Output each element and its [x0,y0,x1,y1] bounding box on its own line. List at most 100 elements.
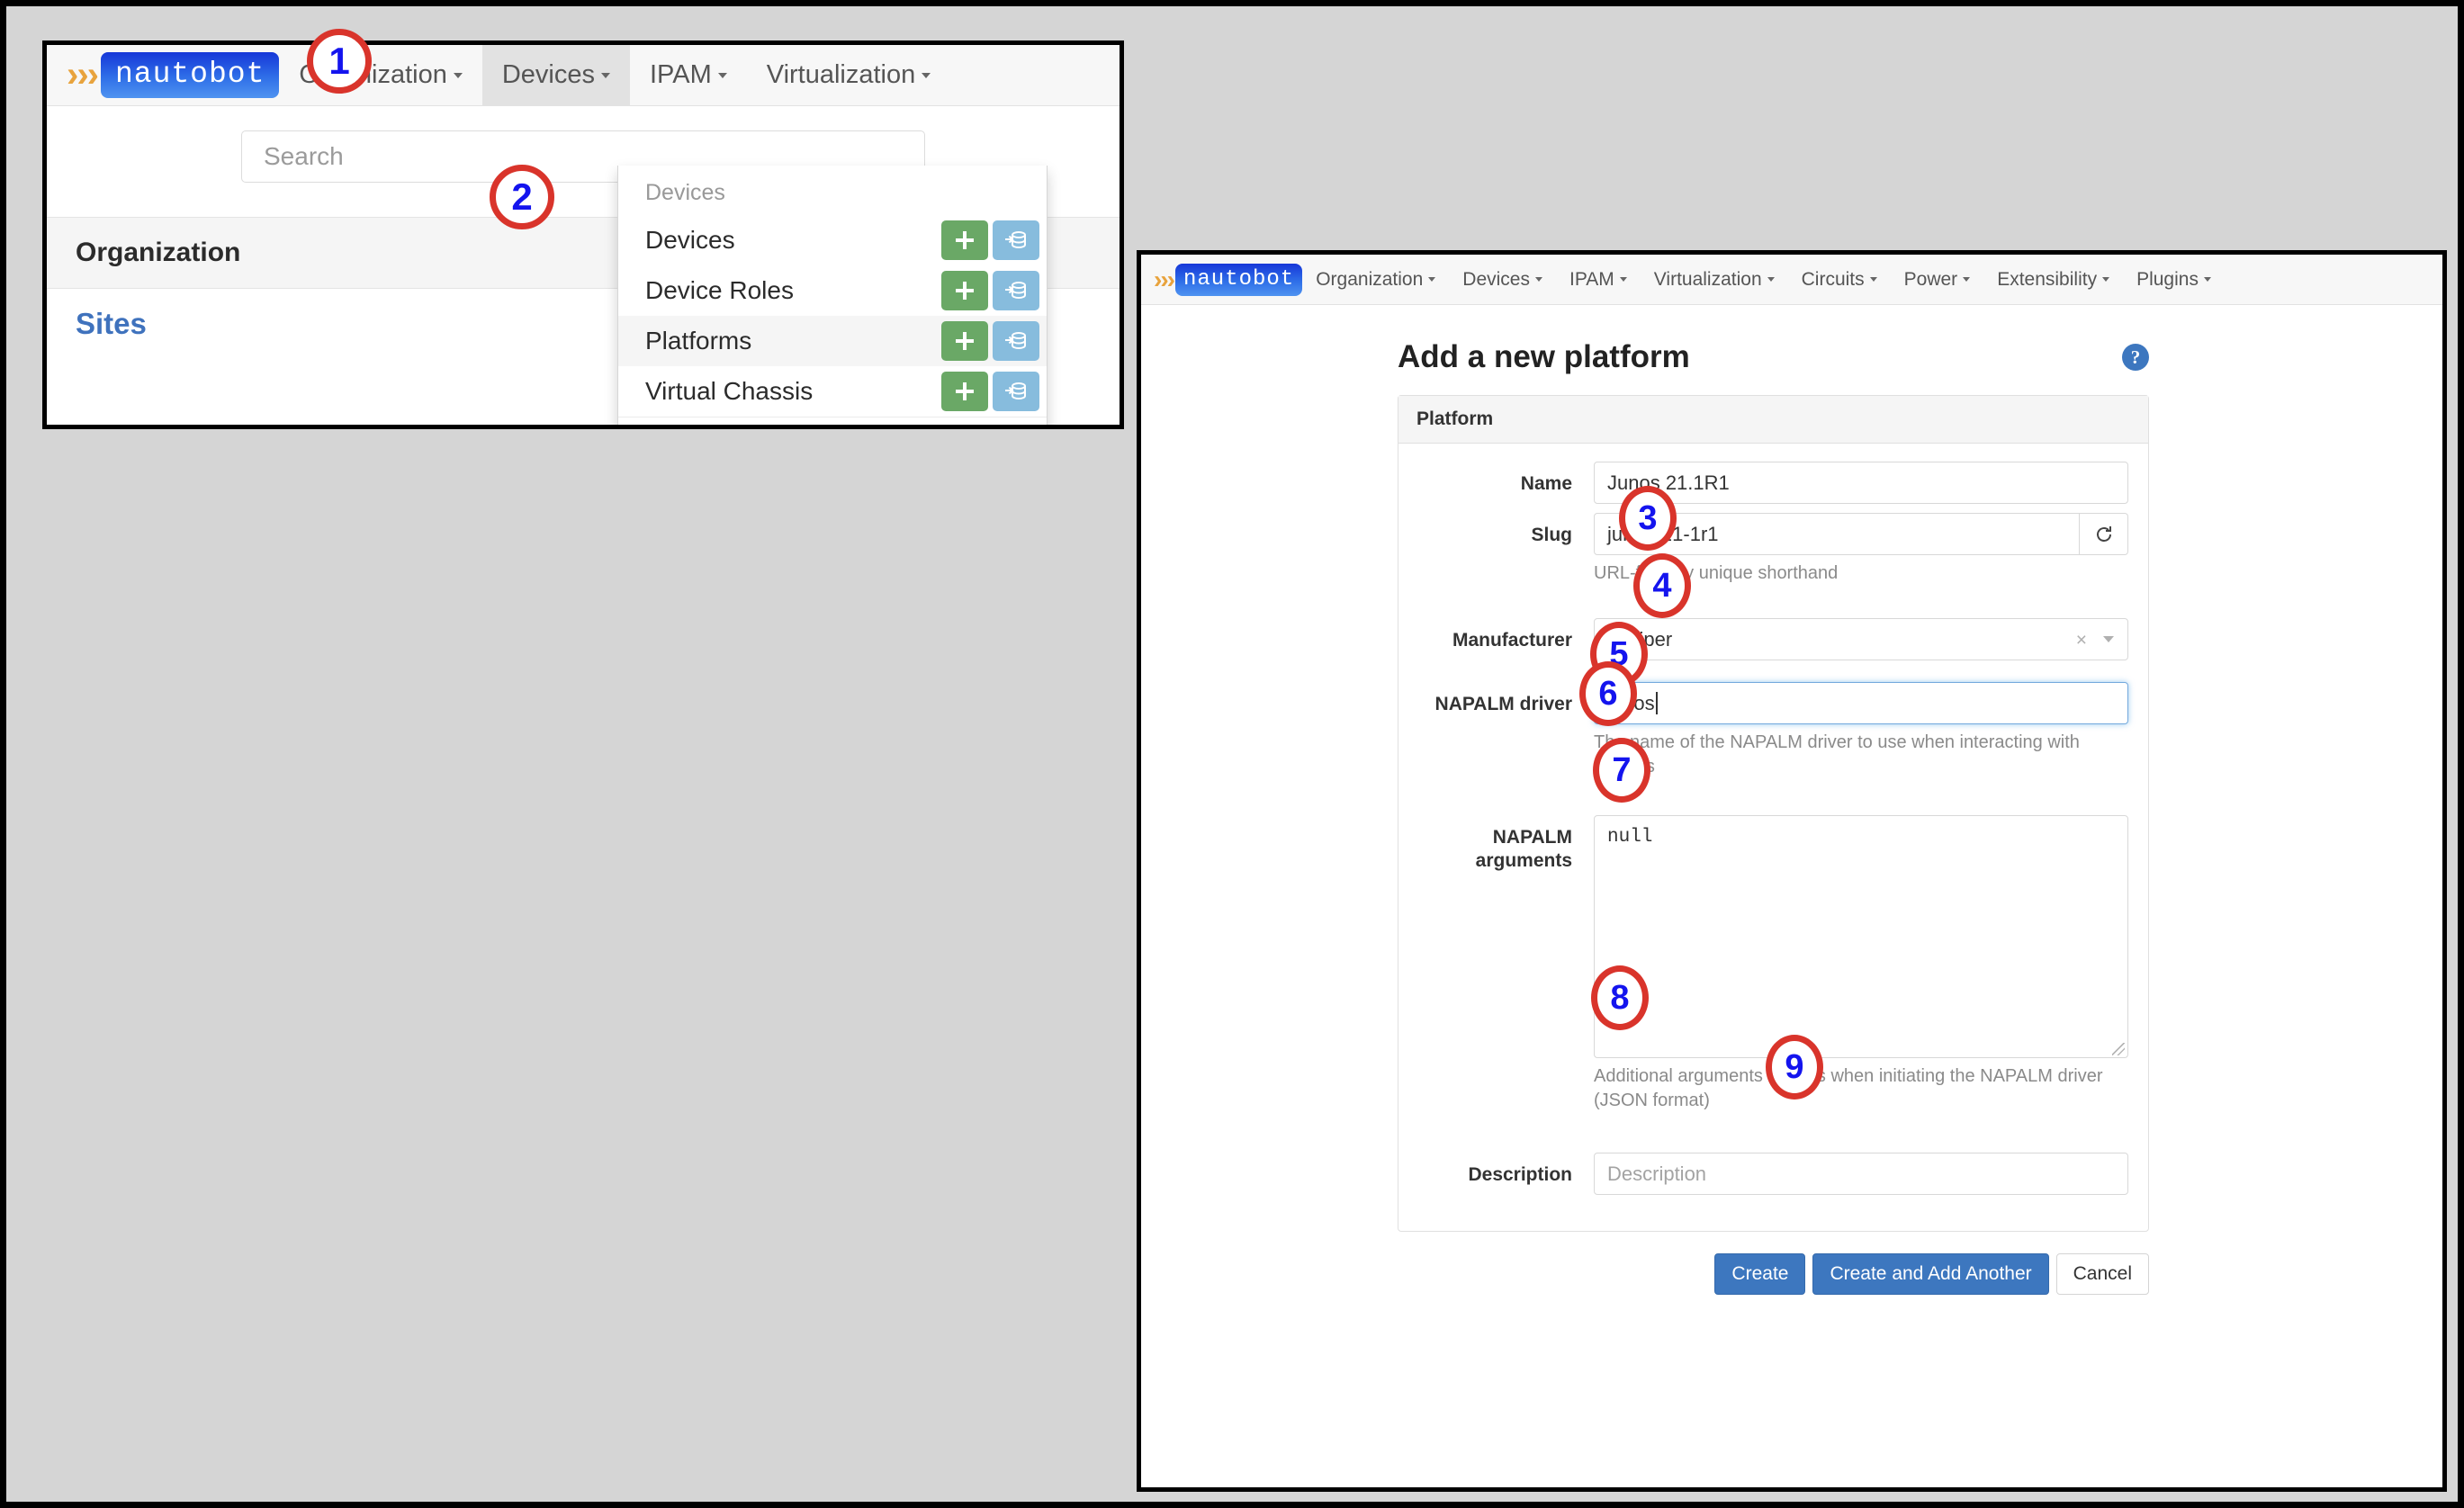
platform-form: Add a new platform ? Platform Name Junos… [1398,339,2149,1295]
platform-fieldset: Platform Name Junos 21.1R1 Slug [1398,395,2149,1232]
nav-item-label: IPAM [650,60,712,90]
annotation-marker-9: 9 [1766,1035,1823,1100]
nav-item-organization[interactable]: Organization [1302,255,1449,304]
database-import-icon[interactable] [993,271,1039,310]
chevron-down-icon [454,73,463,78]
nautobot-logo: nautobot [101,52,279,98]
chevrons-icon: ››› [1154,265,1174,294]
nav-item-label: Circuits [1802,269,1865,291]
annotation-marker-6: 6 [1579,661,1637,726]
dropdown-item-virtual-chassis[interactable]: Virtual Chassis [618,366,1047,417]
page-title-row: Add a new platform ? [1398,339,2149,375]
refresh-icon[interactable] [2080,513,2128,555]
label-napalm-driver: NAPALM driver [1418,682,1594,779]
left-window-body: Search Organization Sites Devices Device… [47,106,1120,429]
nav-item-label: Devices [1462,269,1530,291]
annotation-marker-2: 2 [490,165,554,229]
chevron-down-icon [718,73,727,78]
chevron-down-icon [1767,277,1775,282]
nav-item-virtualization[interactable]: Virtualization [747,45,951,105]
napalm-arguments-help-text: Additional arguments to pass when initia… [1594,1064,2128,1113]
nav-item-plugins[interactable]: Plugins [2123,255,2225,304]
help-icon[interactable]: ? [2122,344,2149,371]
chevron-down-icon [1620,277,1627,282]
clear-selection-icon[interactable]: × [2076,630,2087,651]
fieldset-legend: Platform [1398,396,2148,444]
text-cursor [1656,692,1658,714]
dropdown-item-label: Platforms [645,327,937,355]
dropdown-item-platforms[interactable]: Platforms [618,316,1047,366]
nautobot-brand[interactable]: ››› nautobot [67,52,279,98]
plus-icon[interactable] [941,220,988,260]
field-row-description: Description Description [1418,1153,2128,1195]
plus-icon[interactable] [941,321,988,361]
control-napalm-driver: junos The name of the NAPALM driver to u… [1594,682,2128,779]
create-and-add-another-button[interactable]: Create and Add Another [1812,1253,2048,1295]
form-actions: Create Create and Add Another Cancel [1398,1253,2149,1295]
plus-icon[interactable] [941,271,988,310]
nav-item-circuits[interactable]: Circuits [1788,255,1891,304]
nav-item-label: Virtualization [1654,269,1762,291]
manufacturer-select[interactable]: Juniper [1594,618,2128,660]
database-import-icon[interactable] [993,321,1039,361]
dropdown-item-label: Virtual Chassis [645,377,937,406]
database-import-icon[interactable] [993,220,1039,260]
napalm-driver-help-text: The name of the NAPALM driver to use whe… [1594,731,2128,779]
nav-item-power[interactable]: Power [1891,255,1984,304]
cancel-button[interactable]: Cancel [2056,1253,2149,1295]
napalm-arguments-textarea[interactable]: null [1594,815,2128,1058]
annotation-marker-7: 7 [1593,738,1650,803]
chevron-down-icon [922,73,931,78]
dropdown-item-device-roles[interactable]: Device Roles [618,265,1047,316]
nav-item-label: Devices [502,60,595,90]
dropdown-footer [618,417,1047,429]
create-button[interactable]: Create [1714,1253,1805,1295]
dropdown-group-label: Devices [618,166,1047,215]
napalm-arguments-value: null [1607,827,1652,848]
napalm-driver-input[interactable]: junos [1594,682,2128,724]
chevron-down-icon [1963,277,1970,282]
annotation-marker-1: 1 [307,29,372,94]
name-input[interactable]: Junos 21.1R1 [1594,462,2128,504]
nav-item-ipam[interactable]: IPAM [630,45,747,105]
nav-item-label: Power [1904,269,1958,291]
field-row-name: Name Junos 21.1R1 [1418,462,2128,504]
chevron-down-icon [2204,277,2211,282]
control-napalm-arguments: null Additional arguments to pass when i… [1594,815,2128,1113]
form-area: Add a new platform ? Platform Name Junos… [1141,305,2442,1491]
nautobot-brand[interactable]: ››› nautobot [1154,264,1302,296]
annotation-marker-8: 8 [1591,965,1649,1030]
nav-item-label: Extensibility [1997,269,2097,291]
chevron-down-icon[interactable] [2103,636,2114,642]
left-browser-window: ››› nautobot Organization Devices IPAM V… [42,40,1124,429]
nav-item-ipam[interactable]: IPAM [1556,255,1641,304]
label-manufacturer: Manufacturer [1418,618,1594,660]
plus-icon[interactable] [941,372,988,411]
field-row-manufacturer: Manufacturer Juniper × [1418,618,2128,660]
chevrons-icon: ››› [67,55,97,95]
description-input[interactable]: Description [1594,1153,2128,1195]
chevron-down-icon [601,73,610,78]
fieldset-body: Name Junos 21.1R1 Slug junos-21-1r1 [1398,444,2148,1231]
devices-dropdown-menu: Devices Devices [617,166,1048,429]
annotation-marker-3: 3 [1619,486,1677,551]
control-manufacturer: Juniper × [1594,618,2128,660]
database-import-icon[interactable] [993,372,1039,411]
nav-item-devices[interactable]: Devices [1449,255,1556,304]
label-slug: Slug [1418,513,1594,586]
left-navbar: ››› nautobot Organization Devices IPAM V… [47,45,1120,106]
dropdown-item-label: Devices [645,226,937,255]
right-browser-window: ››› nautobot Organization Devices IPAM V… [1137,250,2447,1492]
dropdown-item-label: Device Roles [645,276,937,305]
nav-item-virtualization[interactable]: Virtualization [1641,255,1788,304]
nav-item-extensibility[interactable]: Extensibility [1983,255,2123,304]
nav-item-devices[interactable]: Devices [482,45,630,105]
resize-handle-icon[interactable] [2112,1043,2125,1055]
nav-item-label: Virtualization [767,60,916,90]
page-title: Add a new platform [1398,339,1690,375]
chevron-down-icon [1428,277,1435,282]
dropdown-item-devices[interactable]: Devices [618,215,1047,265]
nav-item-label: Organization [1316,269,1423,291]
chevron-down-icon [2102,277,2109,282]
field-row-slug: Slug junos-21-1r1 [1418,513,2128,586]
